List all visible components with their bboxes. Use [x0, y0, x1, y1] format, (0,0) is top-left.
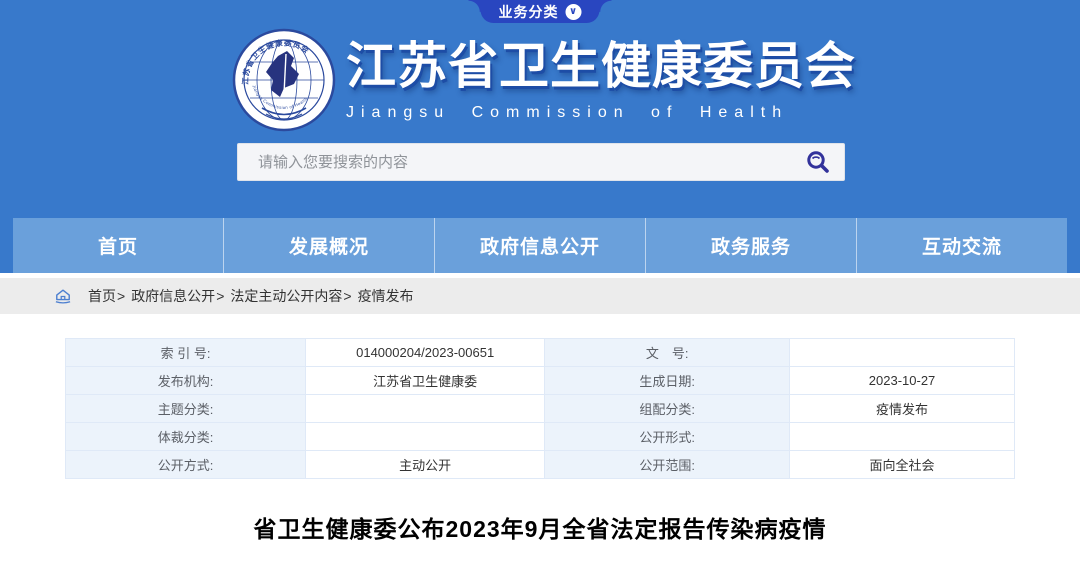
meta-value: 疫情发布	[790, 395, 1015, 423]
article-title: 省卫生健康委公布2023年9月全省法定报告传染病疫情	[0, 510, 1080, 544]
site-title: 江苏省卫生健康委员会	[346, 39, 856, 94]
crumb-gov-info[interactable]: 政府信息公开	[131, 286, 215, 306]
crumb-home[interactable]: 首页	[88, 286, 116, 306]
meta-label: 文 号:	[545, 339, 790, 367]
table-row: 主题分类: 组配分类: 疫情发布	[66, 395, 1015, 423]
breadcrumb: 首页 > 政府信息公开 > 法定主动公开内容 > 疫情发布	[0, 278, 1080, 314]
crumb-separator: >	[117, 288, 125, 304]
meta-value	[306, 423, 545, 451]
crumb-separator: >	[343, 288, 351, 304]
home-icon	[54, 288, 72, 304]
meta-value: 2023-10-27	[790, 367, 1015, 395]
crumb-statutory-disclosure[interactable]: 法定主动公开内容	[230, 286, 342, 306]
meta-value	[790, 423, 1015, 451]
meta-value: 014000204/2023-00651	[306, 339, 545, 367]
meta-value	[790, 339, 1015, 367]
meta-value: 主动公开	[306, 451, 545, 479]
nav-item-overview[interactable]: 发展概况	[224, 218, 435, 273]
meta-label: 组配分类:	[545, 395, 790, 423]
meta-label: 主题分类:	[66, 395, 306, 423]
search-bar	[237, 143, 845, 181]
nav-item-gov-info[interactable]: 政府信息公开	[435, 218, 646, 273]
site-banner: 业务分类 ∨ 江苏省卫生健康委员会	[0, 0, 1080, 273]
meta-label: 公开形式:	[545, 423, 790, 451]
meta-value: 面向全社会	[790, 451, 1015, 479]
meta-label: 索 引 号:	[66, 339, 306, 367]
meta-label: 发布机构:	[66, 367, 306, 395]
search-input[interactable]	[238, 144, 792, 180]
nav-item-interaction[interactable]: 互动交流	[857, 218, 1067, 273]
nav-item-home[interactable]: 首页	[13, 218, 224, 273]
site-emblem-logo: 江苏省卫生健康委员会 Jiangsu Commission of Health	[232, 28, 336, 132]
crumb-epidemic-release: 疫情发布	[358, 286, 414, 306]
document-meta-table: 索 引 号: 014000204/2023-00651 文 号: 发布机构: 江…	[65, 338, 1015, 479]
site-subtitle: Jiangsu Commission of Health	[346, 104, 856, 122]
main-nav: 首页 发展概况 政府信息公开 政务服务 互动交流	[13, 218, 1067, 273]
search-button[interactable]	[792, 144, 844, 180]
meta-label: 公开范围:	[545, 451, 790, 479]
meta-label: 体裁分类:	[66, 423, 306, 451]
nav-item-services[interactable]: 政务服务	[646, 218, 857, 273]
meta-value: 江苏省卫生健康委	[306, 367, 545, 395]
meta-label: 公开方式:	[66, 451, 306, 479]
meta-label: 生成日期:	[545, 367, 790, 395]
search-icon	[805, 149, 831, 175]
table-row: 发布机构: 江苏省卫生健康委 生成日期: 2023-10-27	[66, 367, 1015, 395]
meta-value	[306, 395, 545, 423]
table-row: 索 引 号: 014000204/2023-00651 文 号:	[66, 339, 1015, 367]
crumb-separator: >	[216, 288, 224, 304]
table-row: 公开方式: 主动公开 公开范围: 面向全社会	[66, 451, 1015, 479]
table-row: 体裁分类: 公开形式:	[66, 423, 1015, 451]
